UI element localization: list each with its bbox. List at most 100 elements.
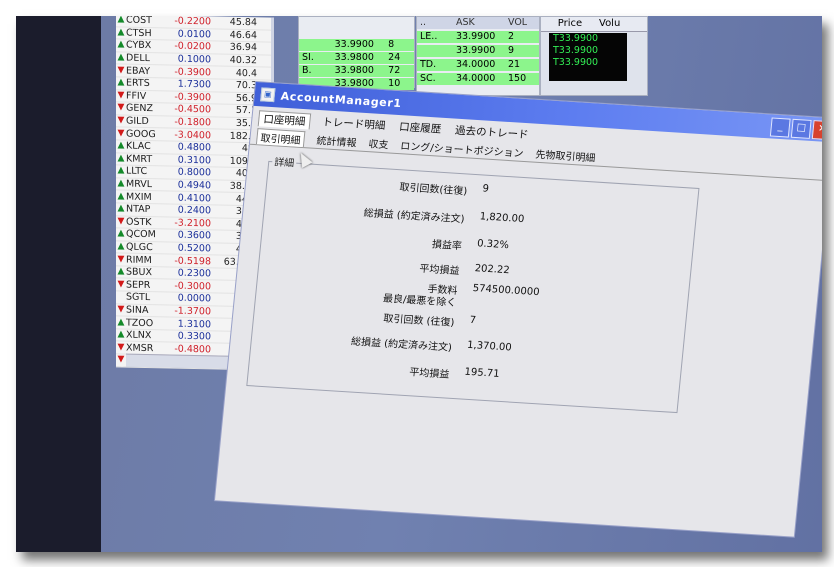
ask-cell: 34.0000	[456, 59, 496, 70]
bid-cell: 72	[388, 65, 401, 76]
tab-income[interactable]: 収支	[368, 135, 390, 152]
bid-row[interactable]: 33.9900 8	[299, 39, 414, 51]
ticker-change: -0.3900	[174, 66, 211, 79]
up-arrow-icon: ▲	[117, 77, 125, 88]
ask-cell: 9	[508, 45, 515, 56]
ticker-symbol: GENZ	[126, 103, 153, 115]
bid-cell: SI.	[302, 52, 314, 63]
ticker-change: 0.2300	[177, 267, 211, 280]
ask-row[interactable]: TD. 34.0000 21	[417, 59, 539, 71]
up-arrow-icon: ▲	[117, 241, 125, 252]
ticker-symbol: LLTC	[126, 165, 148, 178]
stat-label: 総損益 (約定済み注文)	[350, 336, 453, 354]
details-group: 取引回数(往復) 9 総損益 (約定済み注文) 1,820.00 損益率 0.32% 平均損…	[246, 160, 700, 414]
trade-price: T33.9900	[553, 45, 599, 56]
tab-account-details[interactable]: 口座明細	[257, 110, 312, 130]
ticker-change: -0.1800	[174, 116, 211, 129]
ask-cell: 34.0000	[456, 73, 496, 84]
stat-row: 総損益 (約定済み注文) 1,370.00	[253, 326, 682, 354]
stat-row: 損益率 0.32%	[263, 225, 692, 252]
ask-cell: TD.	[420, 59, 437, 70]
stat-value: 1,370.00	[466, 339, 513, 354]
quote-board-bid[interactable]: 33.9900 8 SI. 33.9800 24 B. 33.9800 72 33.9800 10	[298, 16, 415, 90]
ask-cell: 150	[508, 73, 527, 84]
time-and-sales[interactable]: Price Volu T33.9900 T33.9900 T33.9900	[540, 16, 648, 96]
up-arrow-icon: ▲	[117, 52, 125, 63]
ticker-change: 0.5200	[177, 242, 211, 255]
ticker-symbol: XLNX	[126, 329, 152, 342]
ticker-change: -0.0200	[174, 41, 211, 53]
ticker-symbol: SEPR	[126, 279, 151, 291]
up-arrow-icon: ▲	[117, 266, 125, 277]
stat-label: 損益率	[431, 239, 463, 253]
ask-cell: 33.9900	[456, 45, 496, 56]
ticker-symbol: KMRT	[126, 153, 153, 165]
stat-value: 195.71	[463, 366, 501, 380]
stat-row: 平均損益 202.22	[261, 250, 690, 277]
stat-row: 取引回数(往復) 9	[268, 170, 697, 197]
down-arrow-icon: ▼	[117, 216, 125, 227]
ticker-change: -0.4800	[174, 343, 211, 356]
up-arrow-icon: ▲	[117, 316, 125, 328]
ticker-symbol: COST	[126, 16, 152, 27]
close-button[interactable]: ✕	[811, 120, 822, 141]
ticker-symbol: NTAP	[126, 203, 151, 216]
ask-cell: 2	[508, 31, 515, 42]
quote-board-ask[interactable]: .. ASK VOL LE.. 33.9900 2 33.9900 9 TD. 34.000…	[416, 16, 540, 96]
down-arrow-icon: ▼	[117, 279, 125, 290]
stat-label: 取引回数 (往復)	[382, 313, 455, 329]
up-arrow-icon: ▲	[117, 27, 125, 38]
down-arrow-icon: ▼	[117, 128, 125, 139]
volume-column-header: Volu	[599, 18, 621, 29]
ask-cell	[417, 45, 453, 57]
ticker-price: 45.84	[229, 17, 257, 29]
ask-row[interactable]: SC. 34.0000 150	[417, 73, 539, 85]
ticker-change: -0.2200	[174, 16, 211, 28]
up-arrow-icon: ▲	[117, 190, 125, 202]
ticker-symbol: QLGC	[126, 241, 153, 254]
ticker-change: 0.4100	[177, 192, 211, 204]
ticker-price: 36.94	[229, 42, 257, 54]
ticker-change: 0.2400	[177, 204, 211, 217]
ticker-symbol: QCOM	[126, 228, 156, 241]
ticker-change: 0.4800	[177, 141, 211, 154]
up-arrow-icon: ▲	[117, 178, 125, 189]
ticker-symbol: GILD	[126, 115, 149, 128]
bid-cell: 33.9800	[334, 52, 374, 63]
ask-row[interactable]: LE.. 33.9900 2	[417, 31, 539, 43]
window-title: AccountManager1	[280, 89, 403, 110]
ticker-price: 40.4	[235, 67, 257, 79]
ticker-change: 1.3100	[177, 318, 211, 330]
stat-row: 平均損益 195.71	[250, 353, 679, 381]
tab-transaction-details[interactable]: 取引明細	[255, 128, 306, 148]
down-arrow-icon: ▼	[117, 102, 125, 113]
ticker-change: 0.3300	[177, 330, 211, 343]
price-column-header: Price	[557, 18, 583, 29]
ask-row[interactable]: 33.9900 9	[417, 45, 539, 57]
ticker-change: 1.7300	[177, 78, 211, 91]
down-arrow-icon: ▼	[117, 342, 125, 353]
ticker-change: 0.3100	[177, 154, 211, 167]
ticker-change: -3.2100	[174, 217, 211, 230]
stat-value: 0.32%	[476, 238, 510, 252]
bid-cell: 8	[388, 39, 395, 50]
down-arrow-icon: ▼	[117, 304, 125, 315]
tab-statistics[interactable]: 統計情報	[316, 132, 357, 150]
minimize-button[interactable]: _	[769, 117, 791, 138]
up-arrow-icon: ▲	[117, 228, 125, 239]
bid-row[interactable]: B. 33.9800 72	[299, 65, 414, 77]
tab-account-history[interactable]: 口座履歴	[396, 119, 443, 138]
bid-row[interactable]: SI. 33.9800 24	[299, 52, 414, 64]
ticker-symbol: OSTK	[126, 216, 152, 228]
stat-label: 取引回数(往復)	[398, 182, 468, 198]
up-arrow-icon: ▲	[117, 153, 125, 164]
ticker-price: 40.32	[229, 54, 257, 67]
ticker-price: 70.3	[235, 80, 257, 92]
up-arrow-icon: ▲	[117, 329, 125, 340]
stat-label: 最良/最悪を除く	[382, 293, 457, 309]
stat-value: 9	[481, 183, 490, 195]
maximize-button[interactable]: □	[790, 118, 812, 139]
ticker-change: -0.5198	[174, 255, 211, 267]
ticker-symbol: FFIV	[126, 90, 147, 102]
tab-futures-details[interactable]: 先物取引明細	[535, 146, 596, 166]
